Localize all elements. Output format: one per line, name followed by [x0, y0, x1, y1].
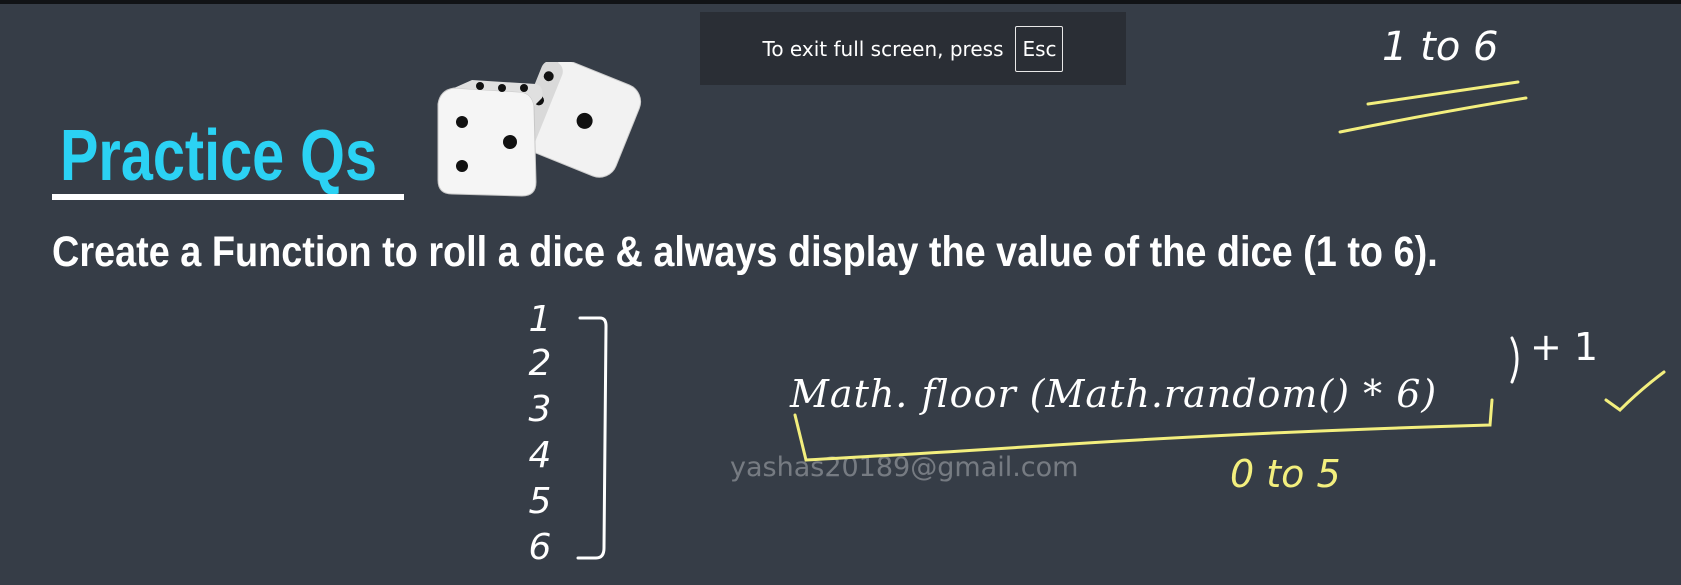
number-6: 6 [528, 527, 552, 568]
top-range-underline-2 [1338, 96, 1528, 134]
fullscreen-notice-text: To exit full screen, press [762, 36, 1004, 61]
dice-icon [437, 62, 642, 197]
slide-title: Practice Qs [60, 116, 377, 196]
number-3: 3 [528, 389, 552, 430]
inner-range-text: 0 to 5 [1230, 452, 1341, 496]
plus-one-text: + 1 [1530, 325, 1599, 369]
number-bracket [576, 316, 608, 560]
title-underline [52, 194, 404, 200]
watermark-email: yashas20189@gmail.com [730, 452, 1079, 483]
number-2: 2 [528, 343, 552, 384]
fullscreen-notice: To exit full screen, press Esc [700, 12, 1126, 85]
check-icon [1604, 370, 1666, 412]
top-edge [0, 0, 1681, 4]
formula-text: Math. floor (Math.random() * 6) [790, 372, 1438, 416]
question-text: Create a Function to roll a dice & alway… [52, 228, 1438, 276]
number-4: 4 [528, 435, 552, 476]
number-1: 1 [528, 299, 552, 340]
closing-paren [1510, 336, 1519, 384]
number-5: 5 [528, 481, 552, 522]
top-range-text: 1 to 6 [1382, 24, 1499, 70]
esc-key-badge: Esc [1015, 25, 1064, 72]
ink-strokes [576, 80, 1666, 560]
top-range-underline-1 [1366, 80, 1520, 106]
